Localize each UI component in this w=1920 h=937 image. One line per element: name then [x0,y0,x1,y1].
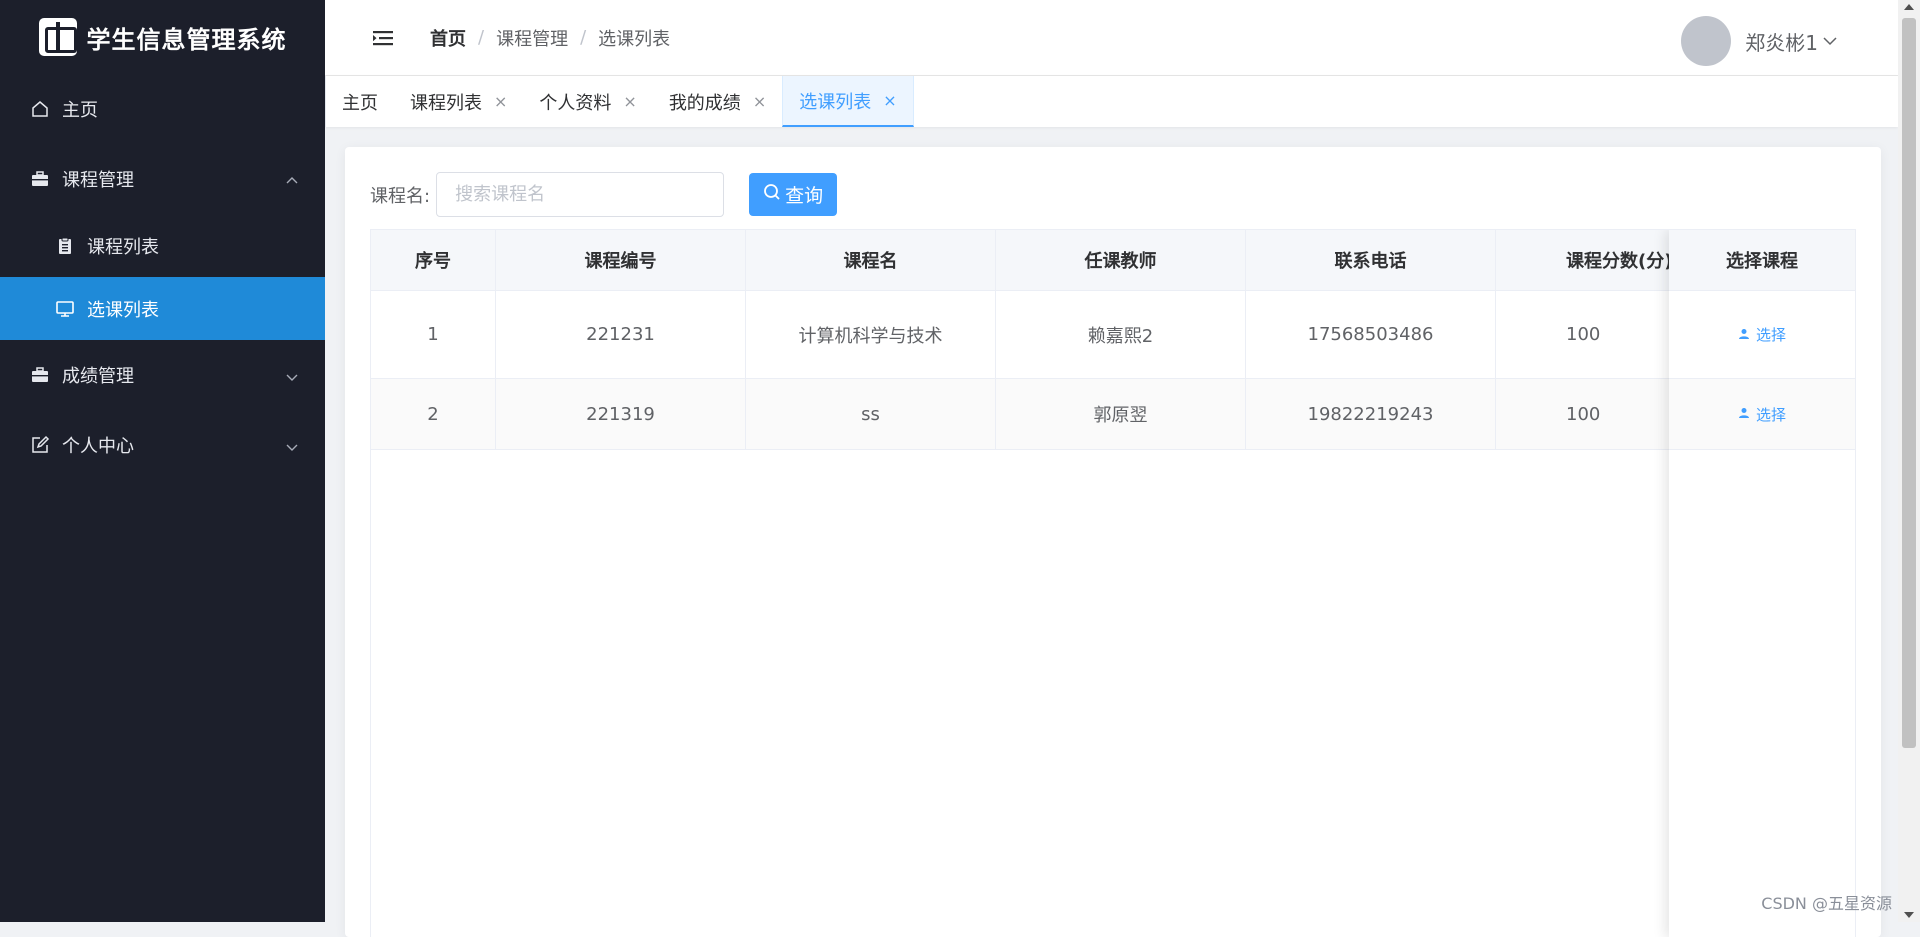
search-button-label: 查询 [785,181,823,208]
tab-course-list[interactable]: 课程列表 × [394,76,523,127]
tab-selection-list[interactable]: 选课列表 × [782,76,913,127]
scroll-up-arrow-icon[interactable] [1904,4,1914,10]
menu-toggle-icon[interactable] [373,29,395,47]
app-logo[interactable]: 学生信息管理系统 [0,0,325,74]
user-icon [1738,326,1750,344]
home-icon [30,99,50,119]
table-cell-phone: 19822219243 [1246,379,1496,450]
select-course-button[interactable]: 选择 [1738,324,1786,345]
table-cell-action: 选择 [1669,291,1855,379]
table-cell-teacher: 郭原翌 [996,379,1246,450]
sidebar-item-label: 主页 [62,96,98,122]
chevron-down-icon[interactable] [1822,33,1838,49]
table-row[interactable]: 2 221319 ss 郭原翌 19822219243 100 [371,379,1855,450]
tab-home[interactable]: 主页 [325,76,394,127]
column-header[interactable]: 课程编号 [496,230,746,291]
tab-label: 选课列表 [799,88,871,114]
breadcrumb: 首页 / 课程管理 / 选课列表 [430,25,670,51]
column-header: 选择课程 [1669,230,1855,291]
sidebar-item-label: 个人中心 [62,432,134,458]
table-cell-code: 221231 [496,291,746,379]
app-title: 学生信息管理系统 [87,20,287,55]
edit-icon [30,435,50,455]
table-cell-name: 计算机科学与技术 [746,291,996,379]
page-scrollbar[interactable] [1898,0,1920,922]
monitor-icon [55,299,75,319]
select-course-label: 选择 [1756,324,1786,345]
table-cell-teacher: 赖嘉熙2 [996,291,1246,379]
briefcase-icon [30,169,50,189]
close-icon[interactable]: × [494,92,507,111]
table-cell-action: 选择 [1669,379,1855,450]
sidebar-item-label: 成绩管理 [62,362,134,388]
user-icon [1738,405,1750,423]
table-cell-name: ss [746,379,996,450]
breadcrumb-course-management: 课程管理 [496,25,568,51]
table-cell-index: 1 [371,291,496,379]
tab-label: 我的成绩 [669,89,741,115]
sidebar-item-course-list[interactable]: 课程列表 [0,214,325,277]
table-cell-phone: 17568503486 [1246,291,1496,379]
column-header[interactable]: 联系电话 [1246,230,1496,291]
tab-label: 课程列表 [410,89,482,115]
course-table: 序号 课程编号 课程名 任课教师 联系电话 课程分数(分) 1 221231 计… [370,229,1856,937]
search-icon [763,183,781,206]
user-menu[interactable]: 郑炎彬1 [1681,16,1838,66]
sidebar-item-selection-list[interactable]: 选课列表 [0,277,325,340]
column-header[interactable]: 任课教师 [996,230,1246,291]
sidebar-item-label: 课程列表 [87,233,159,259]
school-logo-icon [39,18,77,56]
scroll-thumb[interactable] [1902,18,1916,748]
chevron-up-icon [285,172,299,186]
sidebar-item-home[interactable]: 主页 [0,74,325,144]
column-header[interactable]: 课程名 [746,230,996,291]
breadcrumb-separator: / [478,27,484,48]
fixed-action-column: 选择课程 选择 选择 [1669,230,1855,937]
search-bar: 课程名: 查询 [370,172,837,217]
sidebar-item-course-management[interactable]: 课程管理 [0,144,325,214]
search-input[interactable] [436,172,724,217]
select-course-label: 选择 [1756,404,1786,425]
scroll-down-arrow-icon[interactable] [1904,912,1914,918]
sidebar-item-grade-management[interactable]: 成绩管理 [0,340,325,410]
clipboard-icon [55,236,75,256]
tab-label: 主页 [342,89,378,115]
tab-my-grades[interactable]: 我的成绩 × [653,76,782,127]
table-body: 1 221231 计算机科学与技术 赖嘉熙2 17568503486 100 2… [371,291,1855,450]
breadcrumb-selection-list: 选课列表 [598,25,670,51]
table-cell-code: 221319 [496,379,746,450]
sidebar-item-label: 选课列表 [87,296,159,322]
close-icon[interactable]: × [753,92,766,111]
sidebar: 学生信息管理系统 主页 课程管理 课程列表 选课列表 成绩管理 [0,0,325,922]
content-card: 课程名: 查询 序号 课程编号 课程名 任课教师 联系电话 课程分数(分) 1 … [345,147,1881,937]
avatar[interactable] [1681,16,1731,66]
watermark: CSDN @五星资源 [1761,890,1892,914]
close-icon[interactable]: × [623,92,636,111]
sidebar-item-label: 课程管理 [62,166,134,192]
table-row[interactable]: 1 221231 计算机科学与技术 赖嘉熙2 17568503486 100 [371,291,1855,379]
tab-label: 个人资料 [539,89,611,115]
chevron-down-icon [285,438,299,452]
search-label: 课程名: [370,182,430,208]
sidebar-item-personal-center[interactable]: 个人中心 [0,410,325,480]
breadcrumb-home[interactable]: 首页 [430,25,466,51]
close-icon[interactable]: × [883,91,896,110]
tab-profile[interactable]: 个人资料 × [523,76,652,127]
tab-bar: 主页 课程列表 × 个人资料 × 我的成绩 × 选课列表 × [325,76,1898,127]
top-header: 首页 / 课程管理 / 选课列表 郑炎彬1 [325,0,1898,76]
user-name[interactable]: 郑炎彬1 [1745,27,1818,56]
search-button[interactable]: 查询 [749,173,837,216]
table-cell-index: 2 [371,379,496,450]
table-header-row: 序号 课程编号 课程名 任课教师 联系电话 课程分数(分) [371,230,1855,291]
column-header[interactable]: 序号 [371,230,496,291]
breadcrumb-separator: / [580,27,586,48]
briefcase-icon [30,365,50,385]
select-course-button[interactable]: 选择 [1738,404,1786,425]
chevron-down-icon [285,368,299,382]
